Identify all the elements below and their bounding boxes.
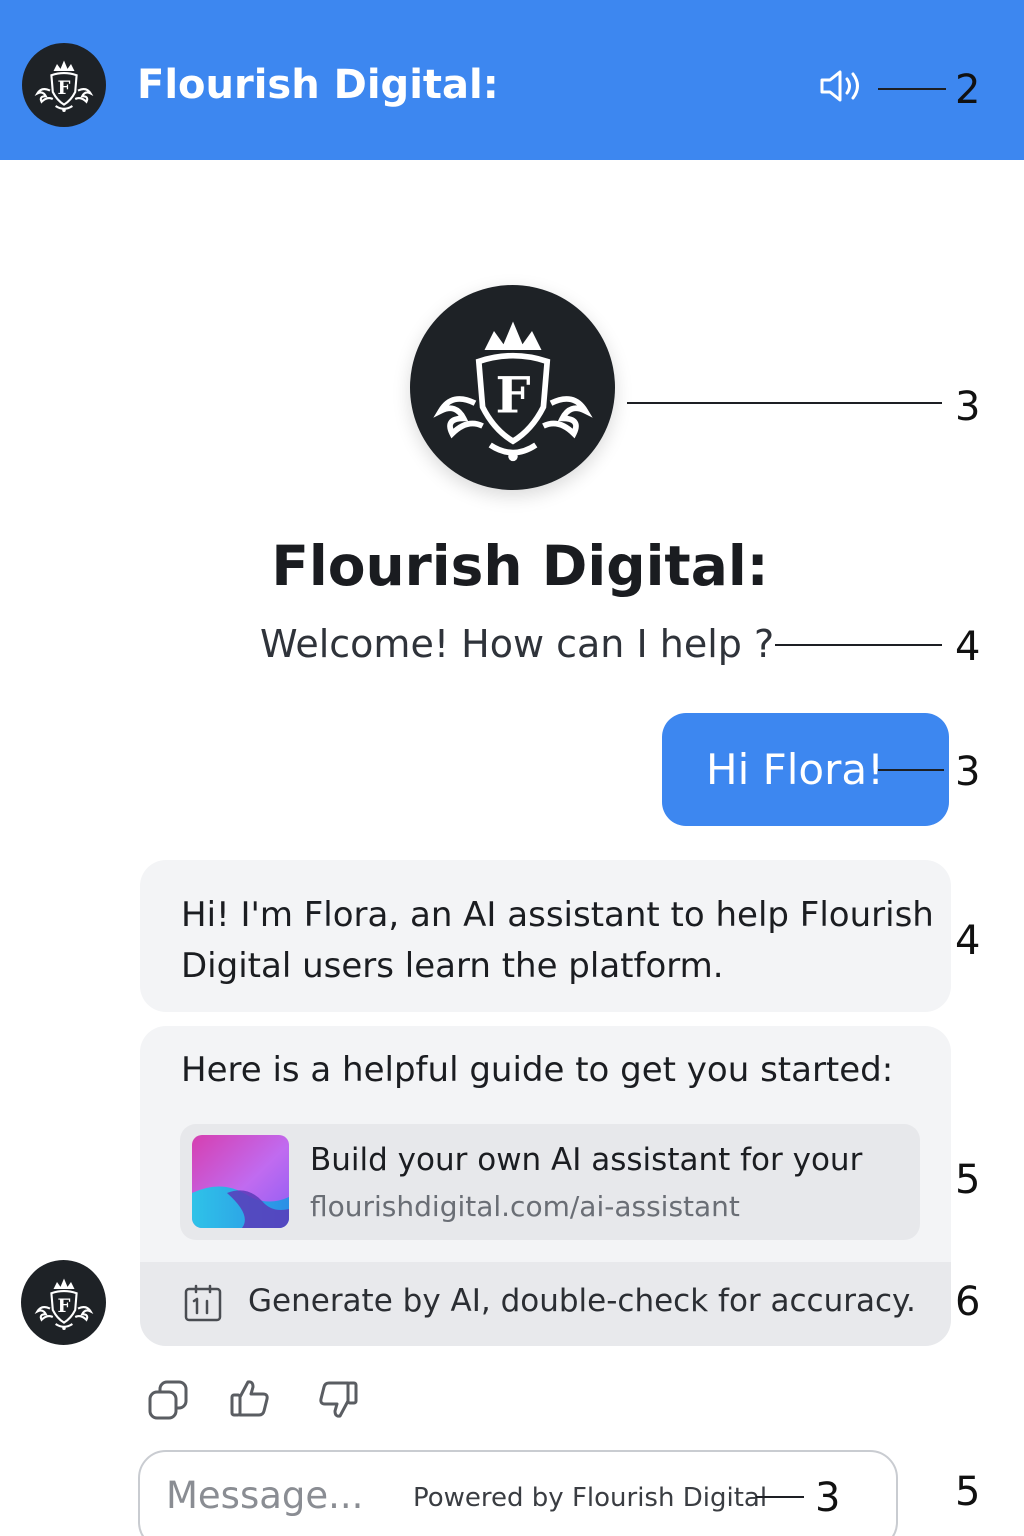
ai-disclaimer-text: Generate by AI, double-check for accurac… [248,1283,916,1319]
link-url[interactable]: flourishdigital.com/ai-assistant [310,1190,740,1223]
callout-line [775,644,942,646]
callout-number: 4 [955,624,981,670]
powered-by-label: Powered by Flourish Digital [413,1483,768,1513]
link-title[interactable]: Build your own AI assistant for your [310,1142,862,1178]
callout-number: 3 [955,749,981,795]
message-input[interactable] [166,1470,396,1520]
bot-avatar [21,1260,106,1345]
callout-number: 4 [955,918,981,964]
callout-number: 3 [955,384,981,430]
header-title: Flourish Digital: [137,62,499,108]
callout-line [756,1496,804,1498]
callout-number: 5 [955,1469,981,1515]
callout-number: 3 [815,1475,841,1521]
callout-line [878,769,944,771]
crest-logo-icon [22,43,106,127]
thumbs-up-icon[interactable] [228,1376,272,1420]
crest-logo-icon [410,285,615,490]
ai-generated-icon [183,1283,223,1323]
bot-message-text: Hi! I'm Flora, an AI assistant to help F… [181,895,934,986]
callout-line [878,88,946,90]
link-thumbnail [192,1135,289,1228]
callout-line [627,402,942,404]
user-message-text: Hi Flora! [706,745,884,794]
welcome-message: Welcome! How can I help ? [260,622,775,666]
callout-number: 5 [955,1157,981,1203]
guide-intro-text: Here is a helpful guide to get you start… [181,1050,894,1090]
callout-number: 2 [955,67,981,113]
thumbs-down-icon[interactable] [316,1378,360,1422]
speaker-icon[interactable] [818,66,868,106]
copy-icon[interactable] [146,1378,190,1422]
page-title: Flourish Digital: [271,534,769,598]
callout-number: 6 [955,1279,981,1325]
